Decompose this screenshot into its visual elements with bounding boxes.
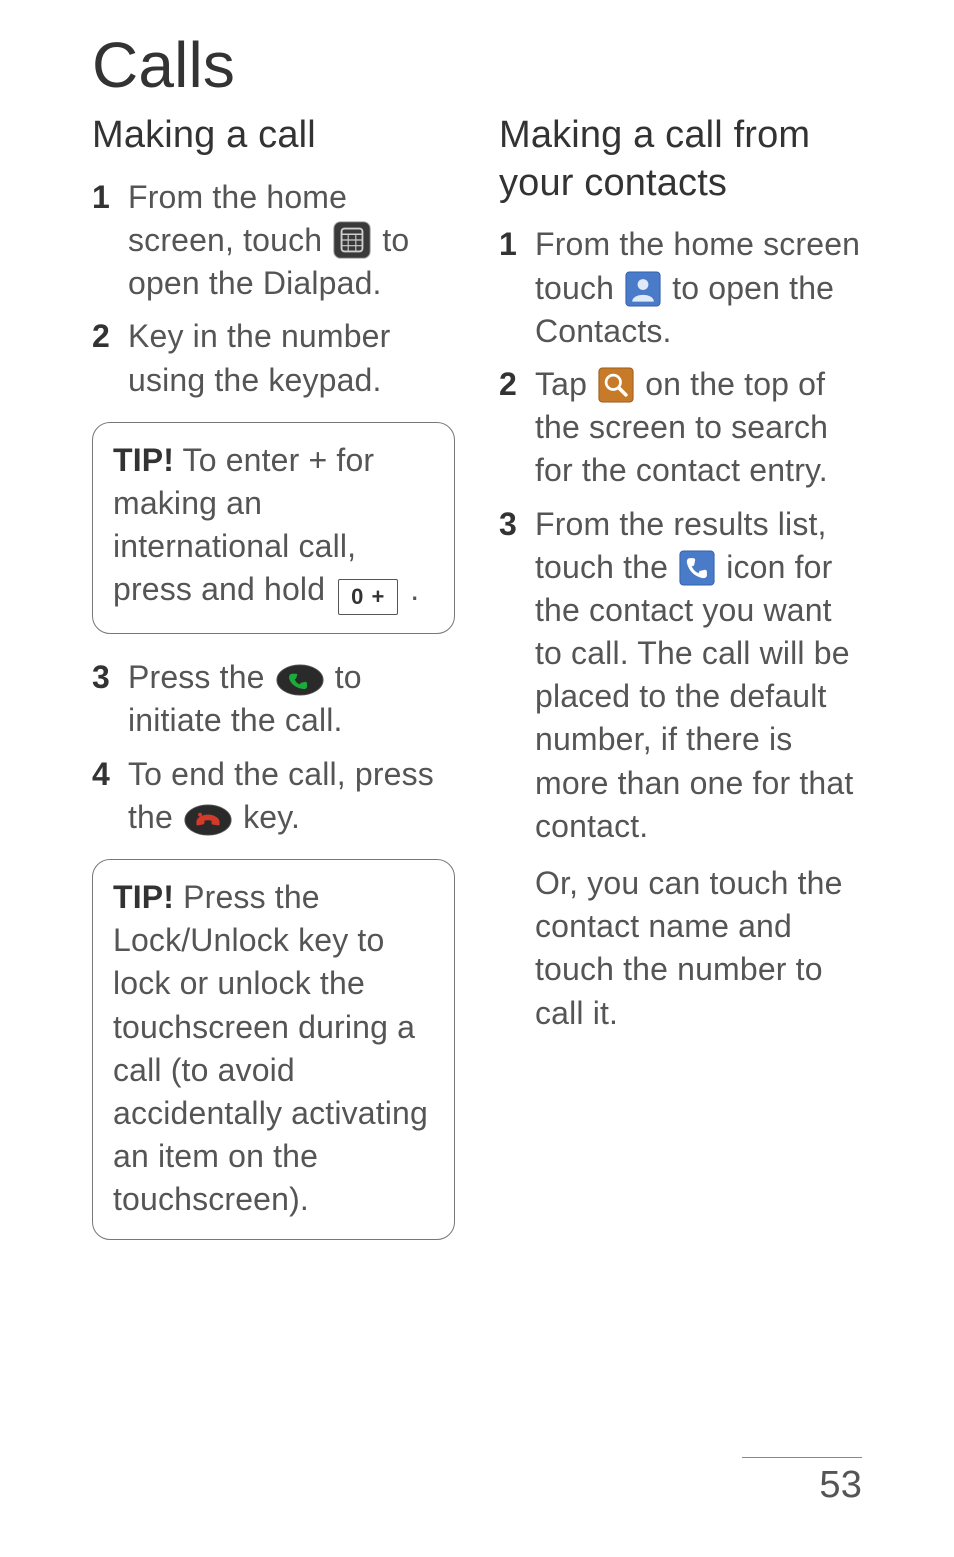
step-body: From the home screen, touch to open the … — [128, 176, 455, 306]
tip-text-after: . — [401, 571, 419, 607]
step-number: 1 — [92, 176, 112, 306]
dialpad-icon — [333, 221, 371, 259]
list-item: 3 From the results list, touch the icon … — [499, 503, 862, 1035]
step-body: Tap on the top of the screen to search f… — [535, 363, 862, 493]
step-body: Press the to initiate the call. — [128, 656, 455, 742]
page-number: 53 — [742, 1457, 862, 1507]
call-end-key-icon — [184, 804, 232, 836]
step-number: 2 — [499, 363, 519, 493]
tip-label: TIP! — [113, 442, 174, 478]
tip-box: TIP! Press the Lock/Unlock key to lock o… — [92, 859, 455, 1241]
call-icon — [679, 550, 715, 586]
contacts-icon — [625, 271, 661, 307]
search-icon — [598, 367, 634, 403]
step-number: 3 — [499, 503, 519, 1035]
tip-box: TIP! To enter + for making an internatio… — [92, 422, 455, 634]
step-text-post: icon for the contact you want to call. T… — [535, 549, 853, 844]
step-number: 4 — [92, 753, 112, 839]
section-heading-making-call-contacts: Making a call from your contacts — [499, 112, 862, 207]
page-title: Calls — [92, 30, 862, 100]
step-text-pre: Press the — [128, 659, 274, 695]
steps-list: 3 Press the to initiate the call. 4 To e… — [92, 656, 455, 839]
list-item: 2 Tap on the top of the screen to search… — [499, 363, 862, 493]
list-item: 3 Press the to initiate the call. — [92, 656, 455, 742]
call-send-key-icon — [276, 664, 324, 696]
left-column: Making a call 1 From the home screen, to… — [92, 108, 455, 1262]
tip-text: Press the Lock/Unlock key to lock or unl… — [113, 879, 428, 1217]
step-body: Key in the number using the keypad. — [128, 315, 455, 401]
right-column: Making a call from your contacts 1 From … — [499, 108, 862, 1262]
step-text-post: key. — [243, 799, 300, 835]
zero-plus-key-icon: 0 + — [338, 579, 398, 615]
tip-label: TIP! — [113, 879, 174, 915]
list-item: 1 From the home screen, touch to open th… — [92, 176, 455, 306]
step-body: To end the call, press the key. — [128, 753, 455, 839]
step-number: 2 — [92, 315, 112, 401]
step-text-pre: Tap — [535, 366, 596, 402]
list-item: 2 Key in the number using the keypad. — [92, 315, 455, 401]
step-body: From the results list, touch the icon fo… — [535, 503, 862, 1035]
step-followup-text: Or, you can touch the contact name and t… — [535, 862, 862, 1035]
list-item: 4 To end the call, press the key. — [92, 753, 455, 839]
steps-list: 1 From the home screen touch to open the… — [499, 223, 862, 1034]
list-item: 1 From the home screen touch to open the… — [499, 223, 862, 353]
steps-list: 1 From the home screen, touch to open th… — [92, 176, 455, 402]
step-number: 1 — [499, 223, 519, 353]
step-text-pre: From the home screen, touch — [128, 179, 347, 258]
step-body: From the home screen touch to open the C… — [535, 223, 862, 353]
step-number: 3 — [92, 656, 112, 742]
section-heading-making-a-call: Making a call — [92, 112, 455, 160]
